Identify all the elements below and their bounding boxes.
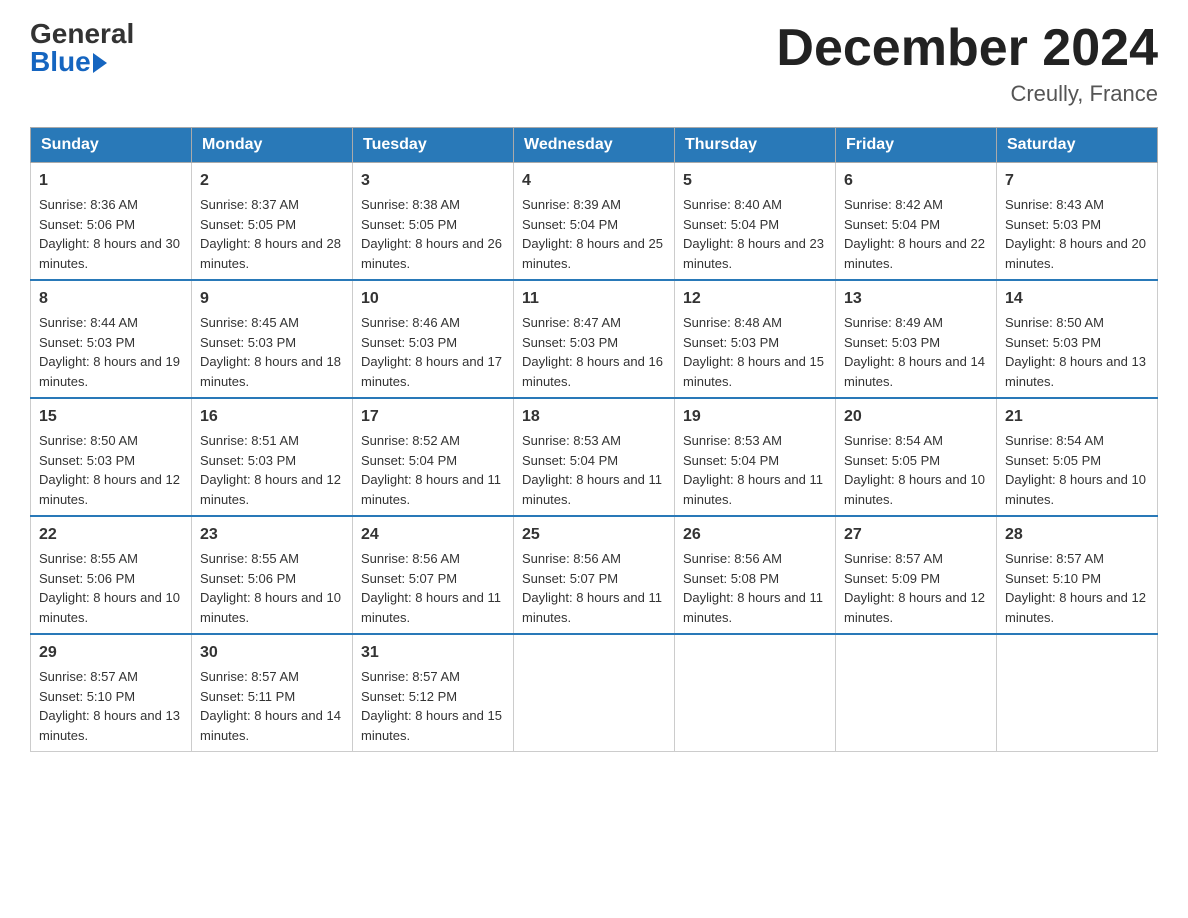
calendar-day-cell: 25Sunrise: 8:56 AMSunset: 5:07 PMDayligh… <box>514 516 675 634</box>
day-number: 26 <box>683 523 827 547</box>
day-number: 18 <box>522 405 666 429</box>
day-number: 4 <box>522 169 666 193</box>
calendar-day-cell: 15Sunrise: 8:50 AMSunset: 5:03 PMDayligh… <box>31 398 192 516</box>
calendar-day-cell <box>836 634 997 752</box>
calendar-header-row: SundayMondayTuesdayWednesdayThursdayFrid… <box>31 128 1158 163</box>
calendar-week-row: 15Sunrise: 8:50 AMSunset: 5:03 PMDayligh… <box>31 398 1158 516</box>
calendar-day-cell: 5Sunrise: 8:40 AMSunset: 5:04 PMDaylight… <box>675 163 836 281</box>
location-text: Creully, France <box>776 81 1158 107</box>
day-number: 2 <box>200 169 344 193</box>
calendar-day-cell: 12Sunrise: 8:48 AMSunset: 5:03 PMDayligh… <box>675 280 836 398</box>
calendar-day-cell: 4Sunrise: 8:39 AMSunset: 5:04 PMDaylight… <box>514 163 675 281</box>
page-header: General Blue December 2024 Creully, Fran… <box>30 20 1158 107</box>
calendar-day-cell: 22Sunrise: 8:55 AMSunset: 5:06 PMDayligh… <box>31 516 192 634</box>
day-number: 15 <box>39 405 183 429</box>
day-number: 8 <box>39 287 183 311</box>
calendar-day-cell: 17Sunrise: 8:52 AMSunset: 5:04 PMDayligh… <box>353 398 514 516</box>
calendar-day-cell: 27Sunrise: 8:57 AMSunset: 5:09 PMDayligh… <box>836 516 997 634</box>
calendar-day-cell: 14Sunrise: 8:50 AMSunset: 5:03 PMDayligh… <box>997 280 1158 398</box>
day-number: 11 <box>522 287 666 311</box>
calendar-day-cell: 20Sunrise: 8:54 AMSunset: 5:05 PMDayligh… <box>836 398 997 516</box>
logo-blue-text: Blue <box>30 48 91 76</box>
title-block: December 2024 Creully, France <box>776 20 1158 107</box>
day-number: 3 <box>361 169 505 193</box>
day-number: 22 <box>39 523 183 547</box>
calendar-day-cell: 3Sunrise: 8:38 AMSunset: 5:05 PMDaylight… <box>353 163 514 281</box>
day-number: 14 <box>1005 287 1149 311</box>
calendar-day-cell: 2Sunrise: 8:37 AMSunset: 5:05 PMDaylight… <box>192 163 353 281</box>
calendar-header-saturday: Saturday <box>997 128 1158 163</box>
logo-general-text: General <box>30 20 134 48</box>
calendar-week-row: 29Sunrise: 8:57 AMSunset: 5:10 PMDayligh… <box>31 634 1158 752</box>
day-number: 19 <box>683 405 827 429</box>
day-number: 20 <box>844 405 988 429</box>
day-number: 1 <box>39 169 183 193</box>
day-number: 9 <box>200 287 344 311</box>
calendar-day-cell: 18Sunrise: 8:53 AMSunset: 5:04 PMDayligh… <box>514 398 675 516</box>
calendar-day-cell: 9Sunrise: 8:45 AMSunset: 5:03 PMDaylight… <box>192 280 353 398</box>
calendar-day-cell: 16Sunrise: 8:51 AMSunset: 5:03 PMDayligh… <box>192 398 353 516</box>
calendar-header-thursday: Thursday <box>675 128 836 163</box>
day-number: 21 <box>1005 405 1149 429</box>
calendar-day-cell <box>997 634 1158 752</box>
day-number: 10 <box>361 287 505 311</box>
calendar-day-cell: 24Sunrise: 8:56 AMSunset: 5:07 PMDayligh… <box>353 516 514 634</box>
day-number: 7 <box>1005 169 1149 193</box>
calendar-day-cell: 23Sunrise: 8:55 AMSunset: 5:06 PMDayligh… <box>192 516 353 634</box>
day-number: 23 <box>200 523 344 547</box>
calendar-day-cell: 26Sunrise: 8:56 AMSunset: 5:08 PMDayligh… <box>675 516 836 634</box>
calendar-header-sunday: Sunday <box>31 128 192 163</box>
calendar-day-cell: 10Sunrise: 8:46 AMSunset: 5:03 PMDayligh… <box>353 280 514 398</box>
calendar-header-monday: Monday <box>192 128 353 163</box>
day-number: 17 <box>361 405 505 429</box>
day-number: 31 <box>361 641 505 665</box>
calendar-day-cell: 6Sunrise: 8:42 AMSunset: 5:04 PMDaylight… <box>836 163 997 281</box>
day-number: 29 <box>39 641 183 665</box>
calendar-day-cell: 11Sunrise: 8:47 AMSunset: 5:03 PMDayligh… <box>514 280 675 398</box>
calendar-table: SundayMondayTuesdayWednesdayThursdayFrid… <box>30 127 1158 752</box>
calendar-day-cell: 28Sunrise: 8:57 AMSunset: 5:10 PMDayligh… <box>997 516 1158 634</box>
day-number: 12 <box>683 287 827 311</box>
day-number: 24 <box>361 523 505 547</box>
calendar-day-cell: 8Sunrise: 8:44 AMSunset: 5:03 PMDaylight… <box>31 280 192 398</box>
calendar-day-cell: 19Sunrise: 8:53 AMSunset: 5:04 PMDayligh… <box>675 398 836 516</box>
day-number: 13 <box>844 287 988 311</box>
calendar-day-cell: 7Sunrise: 8:43 AMSunset: 5:03 PMDaylight… <box>997 163 1158 281</box>
calendar-header-friday: Friday <box>836 128 997 163</box>
day-number: 28 <box>1005 523 1149 547</box>
calendar-day-cell: 29Sunrise: 8:57 AMSunset: 5:10 PMDayligh… <box>31 634 192 752</box>
calendar-header-tuesday: Tuesday <box>353 128 514 163</box>
calendar-day-cell: 21Sunrise: 8:54 AMSunset: 5:05 PMDayligh… <box>997 398 1158 516</box>
calendar-day-cell: 1Sunrise: 8:36 AMSunset: 5:06 PMDaylight… <box>31 163 192 281</box>
calendar-week-row: 1Sunrise: 8:36 AMSunset: 5:06 PMDaylight… <box>31 163 1158 281</box>
day-number: 5 <box>683 169 827 193</box>
logo: General Blue <box>30 20 134 76</box>
calendar-day-cell: 30Sunrise: 8:57 AMSunset: 5:11 PMDayligh… <box>192 634 353 752</box>
calendar-day-cell <box>675 634 836 752</box>
day-number: 6 <box>844 169 988 193</box>
calendar-header-wednesday: Wednesday <box>514 128 675 163</box>
day-number: 25 <box>522 523 666 547</box>
logo-arrow-icon <box>93 53 107 73</box>
day-number: 16 <box>200 405 344 429</box>
calendar-day-cell: 31Sunrise: 8:57 AMSunset: 5:12 PMDayligh… <box>353 634 514 752</box>
day-number: 27 <box>844 523 988 547</box>
calendar-week-row: 22Sunrise: 8:55 AMSunset: 5:06 PMDayligh… <box>31 516 1158 634</box>
calendar-day-cell <box>514 634 675 752</box>
month-title: December 2024 <box>776 20 1158 77</box>
calendar-day-cell: 13Sunrise: 8:49 AMSunset: 5:03 PMDayligh… <box>836 280 997 398</box>
day-number: 30 <box>200 641 344 665</box>
calendar-week-row: 8Sunrise: 8:44 AMSunset: 5:03 PMDaylight… <box>31 280 1158 398</box>
